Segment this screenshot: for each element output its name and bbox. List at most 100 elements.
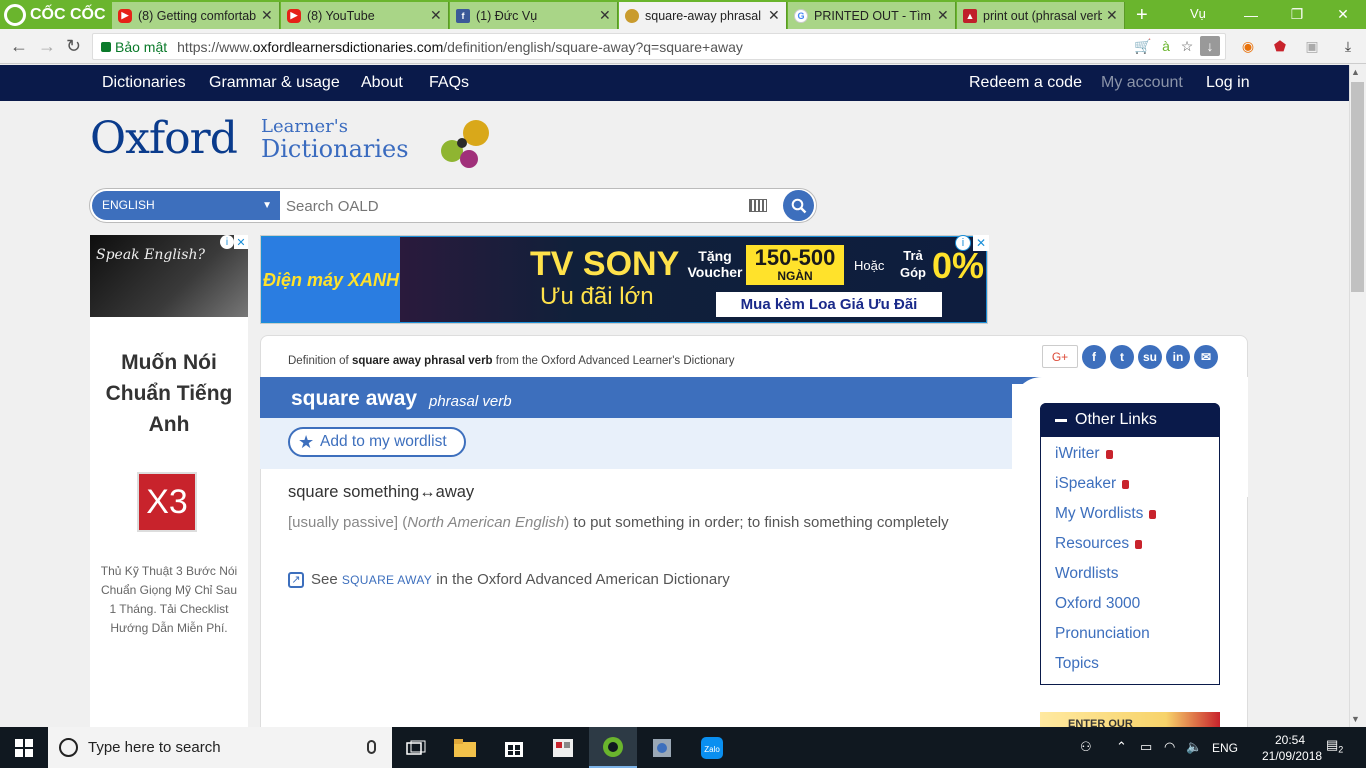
microphone-icon[interactable] [367, 740, 376, 754]
ad-brand-logo[interactable]: Điện máy XANH [262, 237, 400, 322]
scroll-up-icon[interactable]: ▲ [1351, 67, 1360, 77]
search-input[interactable] [286, 195, 736, 217]
close-tab-icon[interactable]: ✕ [1106, 7, 1118, 24]
app-misc-button[interactable] [638, 727, 686, 768]
ad-left-text[interactable]: Thủ Kỹ Thuật 3 Bước Nói Chuẩn Giọng Mỹ C… [100, 562, 238, 638]
logo-learners[interactable]: Learner's [261, 116, 348, 137]
forward-button[interactable]: → [38, 36, 56, 57]
taskbar-search[interactable]: Type here to search [48, 727, 392, 768]
scrollbar-thumb[interactable] [1351, 82, 1364, 292]
keyboard-icon[interactable] [749, 199, 767, 212]
chevron-up-icon[interactable]: ⌃ [1116, 739, 1127, 755]
close-tab-icon[interactable]: ✕ [430, 7, 442, 24]
zalo-button[interactable]: Zalo [688, 727, 736, 768]
language-select[interactable]: ENGLISH ▼ [92, 191, 280, 220]
share-reddit-icon[interactable]: in [1166, 345, 1190, 369]
ad-or: Hoặc [854, 258, 885, 273]
logo-oxford[interactable]: Oxford [90, 113, 238, 164]
nav-faqs[interactable]: FAQs [429, 74, 469, 92]
extension-chrome-icon[interactable]: ◉ [1238, 36, 1258, 56]
notifications-icon[interactable]: ▤2 [1326, 737, 1343, 755]
url-input[interactable]: Bảo mật https://www.oxfordlearnersdictio… [92, 33, 1226, 60]
nav-grammar-usage[interactable]: Grammar & usage [209, 74, 340, 92]
secure-indicator[interactable]: Bảo mật [101, 39, 167, 55]
share-google-plus-icon[interactable]: G+ [1042, 345, 1078, 368]
menu-download-icon[interactable]: ⤓ [1338, 36, 1358, 56]
part-of-speech: phrasal verb [429, 393, 512, 410]
maximize-button[interactable]: ❐ [1274, 0, 1320, 29]
other-link-iwriter[interactable]: iWriter [1055, 445, 1113, 463]
profile-button[interactable]: Vụ [1190, 6, 1206, 21]
people-icon[interactable]: ⚇ [1080, 739, 1092, 755]
tab-youtube-2[interactable]: ▶ (8) YouTube ✕ [281, 2, 449, 29]
nav-dictionaries[interactable]: Dictionaries [102, 74, 186, 92]
logo-dictionaries[interactable]: Dictionaries [261, 135, 409, 163]
close-tab-icon[interactable]: ✕ [768, 7, 780, 24]
coccoc-taskbar-button[interactable] [589, 727, 637, 768]
ad-left-heading[interactable]: Muốn Nói Chuẩn Tiếng Anh [96, 347, 242, 440]
ad-left-x3-badge[interactable]: X3 [137, 472, 197, 532]
tab-youtube-1[interactable]: ▶ (8) Getting comfortab ✕ [112, 2, 280, 29]
file-explorer-button[interactable] [441, 727, 489, 768]
ad-close-icon[interactable]: ✕ [973, 235, 989, 251]
svg-text:Zalo: Zalo [704, 745, 720, 754]
tab-facebook[interactable]: f (1) Đức Vụ ✕ [450, 2, 618, 29]
share-email-icon[interactable]: ✉ [1194, 345, 1218, 369]
other-link-my-wordlists[interactable]: My Wordlists [1055, 505, 1157, 523]
ad-info-icon[interactable]: i [955, 235, 971, 251]
app-snipping-button[interactable] [539, 727, 587, 768]
task-view-button[interactable] [392, 727, 440, 768]
extension-icon[interactable]: ▣ [1302, 36, 1322, 56]
nav-log-in[interactable]: Log in [1206, 74, 1250, 92]
nav-about[interactable]: About [361, 74, 403, 92]
download-icon[interactable]: ↓ [1200, 36, 1220, 56]
adblock-icon[interactable]: ⬟ [1270, 36, 1290, 56]
close-tab-icon[interactable]: ✕ [261, 7, 273, 24]
battery-icon[interactable]: ▭ [1140, 739, 1152, 755]
new-tab-button[interactable]: + [1136, 4, 1148, 27]
input-language[interactable]: ENG [1212, 741, 1238, 755]
clock[interactable]: 20:54 21/09/2018 [1262, 732, 1322, 764]
share-stumbleupon-icon[interactable]: su [1138, 345, 1162, 369]
task-view-icon [406, 740, 426, 755]
bookmark-star-icon[interactable]: ☆ [1177, 36, 1197, 56]
share-twitter-icon[interactable]: t [1110, 345, 1134, 369]
share-facebook-icon[interactable]: f [1082, 345, 1106, 369]
tab-oxford-active[interactable]: square-away phrasal v ✕ [619, 2, 787, 29]
scroll-down-icon[interactable]: ▼ [1351, 714, 1360, 724]
nav-redeem-code[interactable]: Redeem a code [969, 74, 1082, 92]
ad-info-icon[interactable]: i [220, 235, 234, 249]
store-button[interactable] [490, 727, 538, 768]
other-link-ispeaker[interactable]: iSpeaker [1055, 475, 1130, 493]
coccoc-translate-icon[interactable]: à [1156, 36, 1176, 56]
coccoc-icon [4, 3, 26, 26]
tab-google[interactable]: G PRINTED OUT - Tìm v ✕ [788, 2, 956, 29]
see-also-link[interactable]: ↗ See square away in the Oxford Advanced … [288, 571, 730, 588]
close-tab-icon[interactable]: ✕ [937, 7, 949, 24]
tab-ldoce[interactable]: ▲ print out (phrasal verb ✕ [957, 2, 1125, 29]
other-link-wordlists[interactable]: Wordlists [1055, 565, 1118, 583]
add-to-wordlist-button[interactable]: ★ Add to my wordlist [288, 427, 466, 457]
other-links-header[interactable]: Other Links [1041, 403, 1219, 437]
ad-cta-button[interactable]: Mua kèm Loa Giá Ưu Đãi [716, 292, 942, 317]
facebook-icon: f [456, 8, 470, 23]
app-icon [553, 738, 573, 757]
promo-banner[interactable]: ENTER OUR [1040, 712, 1220, 727]
other-link-oxford-3000[interactable]: Oxford 3000 [1055, 595, 1140, 613]
close-window-button[interactable]: ✕ [1320, 0, 1366, 29]
search-button[interactable] [783, 190, 814, 221]
coccoc-logo[interactable]: CỐC CỐC [0, 0, 112, 29]
close-tab-icon[interactable]: ✕ [599, 7, 611, 24]
other-link-resources[interactable]: Resources [1055, 535, 1143, 553]
volume-icon[interactable]: 🔈 [1186, 739, 1202, 755]
nav-my-account[interactable]: My account [1101, 74, 1183, 92]
start-button[interactable] [0, 727, 48, 768]
shopping-cart-icon[interactable]: 🛒 [1133, 36, 1153, 56]
other-link-pronunciation[interactable]: Pronunciation [1055, 625, 1150, 643]
back-button[interactable]: ← [10, 36, 28, 57]
ad-close-icon[interactable]: ✕ [234, 235, 248, 249]
minimize-button[interactable]: — [1228, 0, 1274, 29]
other-link-topics[interactable]: Topics [1055, 655, 1099, 673]
reload-button[interactable]: ↻ [66, 36, 81, 57]
wifi-icon[interactable]: ◠ [1164, 739, 1175, 755]
